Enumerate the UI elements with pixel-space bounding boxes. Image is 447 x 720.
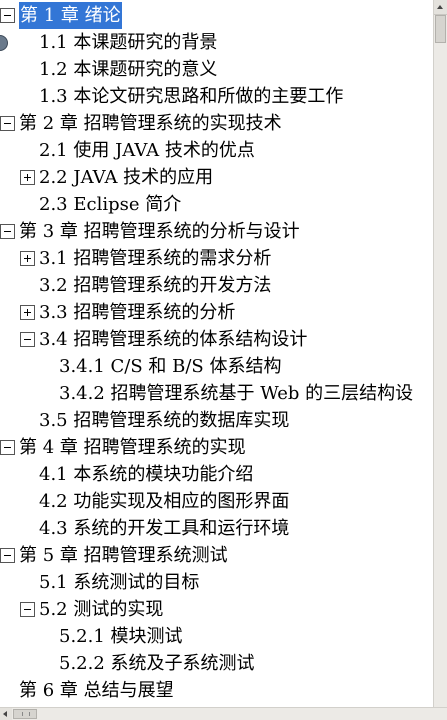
outline-item-label[interactable]: 2.1 使用 JAVA 技术的优点 — [39, 137, 255, 164]
outline-item[interactable]: 2.1 使用 JAVA 技术的优点 — [0, 137, 433, 164]
outline-item-label[interactable]: 3.2 招聘管理系统的开发方法 — [39, 272, 271, 299]
outline-item[interactable]: 3.1 招聘管理系统的需求分析 — [0, 245, 433, 272]
outline-item-label[interactable]: 第 3 章 招聘管理系统的分析与设计 — [19, 218, 300, 245]
collapse-icon[interactable] — [0, 116, 15, 131]
outline-item-label[interactable]: 5.2.1 模块测试 — [59, 623, 183, 650]
outline-item-label[interactable]: 4.2 功能实现及相应的图形界面 — [39, 488, 289, 515]
outline-item[interactable]: 5.2.1 模块测试 — [0, 623, 433, 650]
outline-item[interactable]: 第 3 章 招聘管理系统的分析与设计 — [0, 218, 433, 245]
outline-item[interactable]: 4.1 本系统的模块功能介绍 — [0, 461, 433, 488]
outline-item-label[interactable]: 4.1 本系统的模块功能介绍 — [39, 461, 253, 488]
expand-icon[interactable] — [20, 170, 35, 185]
collapse-icon[interactable] — [20, 332, 35, 347]
collapse-icon[interactable] — [0, 224, 15, 239]
outline-item-label[interactable]: 第 5 章 招聘管理系统测试 — [19, 542, 228, 569]
outline-item[interactable]: 3.4.2 招聘管理系统基于 Web 的三层结构设 — [0, 380, 433, 407]
outline-item[interactable]: 5.1 系统测试的目标 — [0, 569, 433, 596]
outline-item[interactable]: 1.3 本论文研究思路和所做的主要工作 — [0, 83, 433, 110]
outline-item[interactable]: 第 6 章 总结与展望 — [0, 677, 433, 704]
outline-item[interactable]: 第 2 章 招聘管理系统的实现技术 — [0, 110, 433, 137]
collapse-icon[interactable] — [0, 8, 15, 23]
outline-item[interactable]: 3.3 招聘管理系统的分析 — [0, 299, 433, 326]
outline-item-label[interactable]: 2.3 Eclipse 简介 — [39, 191, 181, 218]
outline-item-label[interactable]: 3.4 招聘管理系统的体系结构设计 — [39, 326, 307, 353]
outline-item[interactable]: 3.5 招聘管理系统的数据库实现 — [0, 407, 433, 434]
outline-item[interactable]: 5.2.2 系统及子系统测试 — [0, 650, 433, 677]
outline-item-label[interactable]: 3.4.2 招聘管理系统基于 Web 的三层结构设 — [59, 380, 413, 407]
outline-item-label[interactable]: 3.1 招聘管理系统的需求分析 — [39, 245, 271, 272]
outline-item-label[interactable]: 5.1 系统测试的目标 — [39, 569, 199, 596]
outline-item-label[interactable]: 3.5 招聘管理系统的数据库实现 — [39, 407, 289, 434]
collapse-icon[interactable] — [0, 440, 15, 455]
outline-item[interactable]: 4.2 功能实现及相应的图形界面 — [0, 488, 433, 515]
outline-item-label[interactable]: 4.3 系统的开发工具和运行环境 — [39, 515, 289, 542]
horizontal-scrollbar[interactable] — [0, 707, 447, 720]
outline-item-label[interactable]: 3.3 招聘管理系统的分析 — [39, 299, 235, 326]
outline-item[interactable]: 第 4 章 招聘管理系统的实现 — [0, 434, 433, 461]
outline-item[interactable]: 第 1 章 绪论 — [0, 2, 433, 29]
outline-item[interactable]: 2.3 Eclipse 简介 — [0, 191, 433, 218]
vertical-scrollbar[interactable] — [433, 0, 447, 707]
outline-item[interactable]: 3.2 招聘管理系统的开发方法 — [0, 272, 433, 299]
outline-item-label[interactable]: 5.2 测试的实现 — [39, 596, 163, 623]
collapse-icon[interactable] — [0, 548, 15, 563]
document-outline-tree: 第 1 章 绪论 1.1 本课题研究的背景 1.2 本课题研究的意义 1.3 本论文研… — [0, 2, 433, 707]
outline-item[interactable]: 2.2 JAVA 技术的应用 — [0, 164, 433, 191]
outline-item[interactable]: 3.4 招聘管理系统的体系结构设计 — [0, 326, 433, 353]
outline-item-label[interactable]: 第 2 章 招聘管理系统的实现技术 — [19, 110, 282, 137]
outline-item[interactable]: 第 5 章 招聘管理系统测试 — [0, 542, 433, 569]
outline-item[interactable]: 1.1 本课题研究的背景 — [0, 29, 433, 56]
outline-item-label[interactable]: 第 1 章 绪论 — [19, 2, 122, 29]
horizontal-scroll-thumb[interactable] — [13, 709, 37, 719]
expand-icon[interactable] — [20, 305, 35, 320]
scroll-up-arrow-icon[interactable] — [434, 0, 447, 15]
outline-item-label[interactable]: 1.2 本课题研究的意义 — [39, 56, 217, 83]
outline-item[interactable]: 5.2 测试的实现 — [0, 596, 433, 623]
outline-item[interactable]: 3.4.1 C/S 和 B/S 体系结构 — [0, 353, 433, 380]
outline-item-label[interactable]: 1.3 本论文研究思路和所做的主要工作 — [39, 83, 343, 110]
outline-item-label[interactable]: 第 4 章 招聘管理系统的实现 — [19, 434, 246, 461]
expand-icon[interactable] — [20, 251, 35, 266]
collapse-icon[interactable] — [20, 602, 35, 617]
outline-item-label[interactable]: 第 6 章 总结与展望 — [19, 677, 174, 704]
vertical-scroll-thumb[interactable] — [435, 15, 446, 43]
outline-item[interactable]: 4.3 系统的开发工具和运行环境 — [0, 515, 433, 542]
outline-item-label[interactable]: 1.1 本课题研究的背景 — [39, 29, 217, 56]
outline-item-label[interactable]: 5.2.2 系统及子系统测试 — [59, 650, 255, 677]
outline-item-label[interactable]: 3.4.1 C/S 和 B/S 体系结构 — [59, 353, 281, 380]
scroll-left-arrow-icon[interactable] — [0, 708, 12, 720]
outline-item-label[interactable]: 2.2 JAVA 技术的应用 — [39, 164, 213, 191]
outline-item[interactable]: 1.2 本课题研究的意义 — [0, 56, 433, 83]
